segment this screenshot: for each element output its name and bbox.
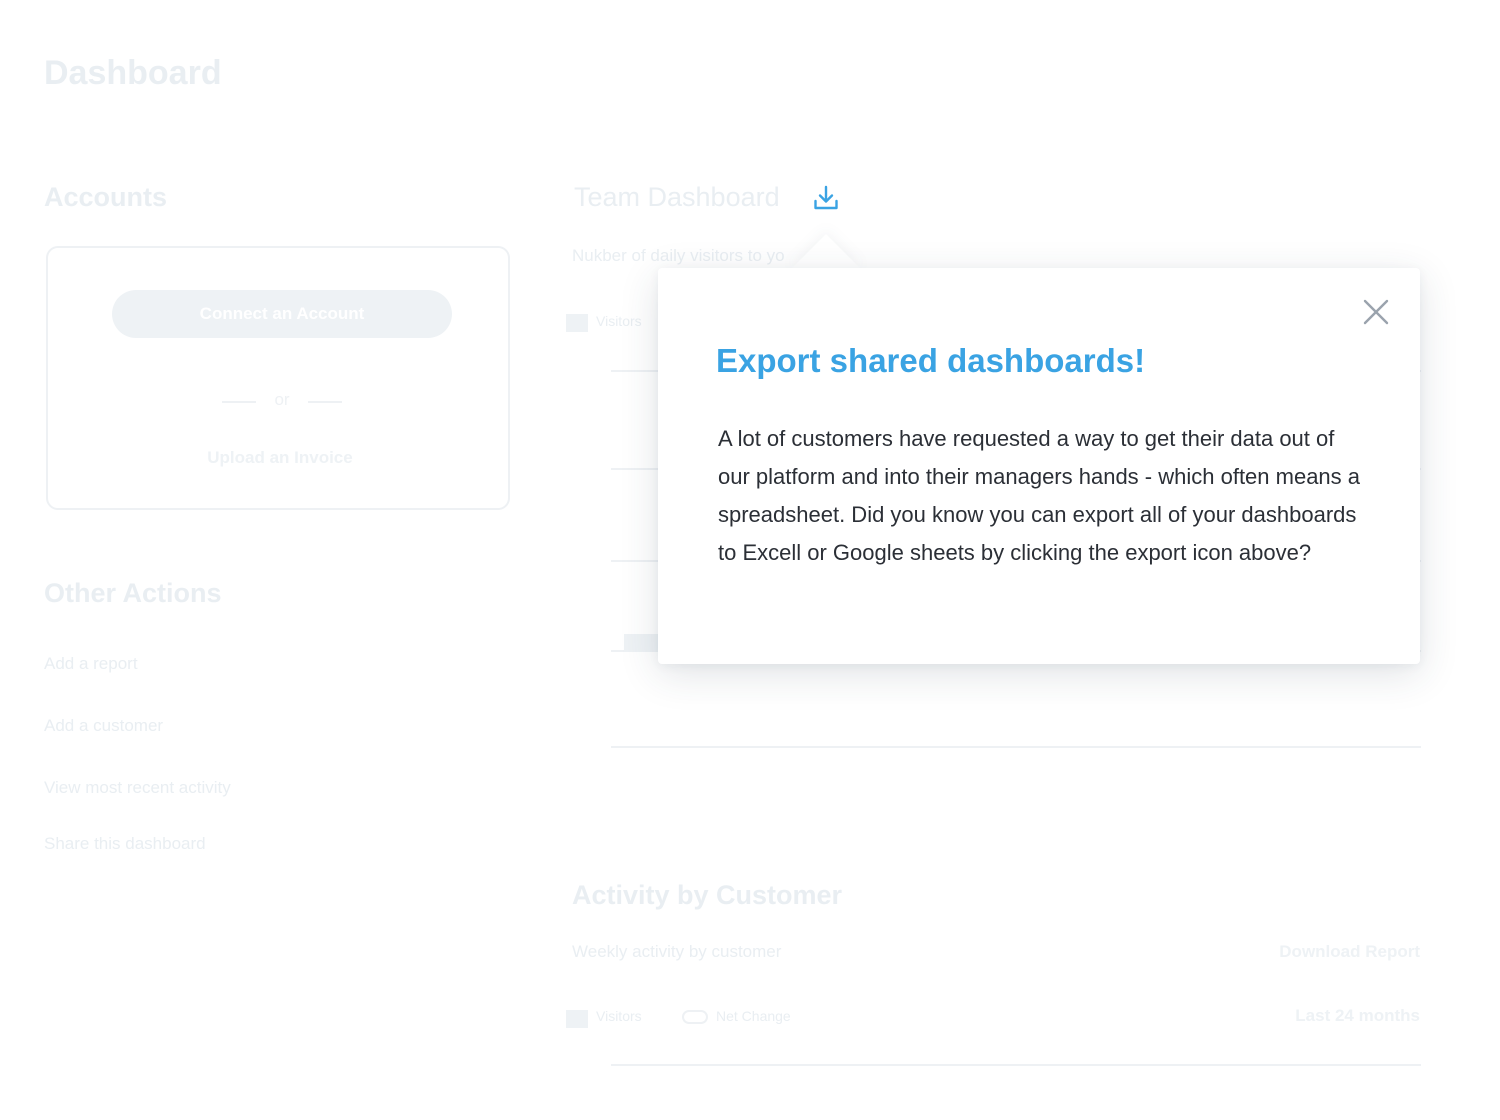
upload-invoice-link[interactable]: Upload an Invoice: [48, 448, 512, 468]
view-recent-activity-link[interactable]: View most recent activity: [44, 778, 231, 798]
add-customer-link[interactable]: Add a customer: [44, 716, 163, 736]
export-tooltip-popover: Export shared dashboards! A lot of custo…: [658, 268, 1420, 664]
accounts-card: Connect an Account or Upload an Invoice: [46, 246, 510, 510]
chart-grid-line: [611, 746, 1421, 748]
download-report-link[interactable]: Download Report: [1279, 942, 1420, 962]
page-title: Dashboard: [44, 54, 222, 92]
add-report-link[interactable]: Add a report: [44, 654, 138, 674]
legend-visitors-swatch: [566, 314, 588, 332]
activity-subtitle: Weekly activity by customer: [572, 942, 782, 961]
or-divider: or: [222, 388, 342, 412]
popover-body: A lot of customers have requested a way …: [718, 426, 1361, 565]
legend-visitors-swatch: [566, 1010, 588, 1028]
activity-heading: Activity by Customer: [572, 880, 843, 910]
close-icon[interactable]: [1362, 298, 1390, 326]
chart-bar: [624, 634, 658, 652]
legend-visitors-label: Visitors: [596, 1008, 642, 1024]
download-icon[interactable]: [812, 184, 840, 212]
popover-title: Export shared dashboards!: [716, 342, 1146, 379]
other-actions-heading: Other Actions: [44, 578, 222, 608]
team-dashboard-heading: Team Dashboard: [574, 182, 780, 212]
legend-net-change-marker: [682, 1010, 708, 1024]
accounts-heading: Accounts: [44, 182, 168, 212]
popover-arrow: [790, 234, 862, 270]
legend-net-change-label: Net Change: [716, 1008, 791, 1024]
share-dashboard-link[interactable]: Share this dashboard: [44, 834, 206, 854]
connect-account-button[interactable]: Connect an Account: [112, 290, 452, 338]
team-dashboard-subtitle: Nukber of daily visitors to yo: [572, 246, 785, 265]
legend-visitors-label: Visitors: [596, 313, 642, 329]
or-label: or: [274, 390, 290, 409]
date-range-selector[interactable]: Last 24 months: [1295, 1006, 1420, 1026]
chart-grid-line: [611, 1064, 1421, 1066]
divider-line-right: [308, 401, 342, 403]
